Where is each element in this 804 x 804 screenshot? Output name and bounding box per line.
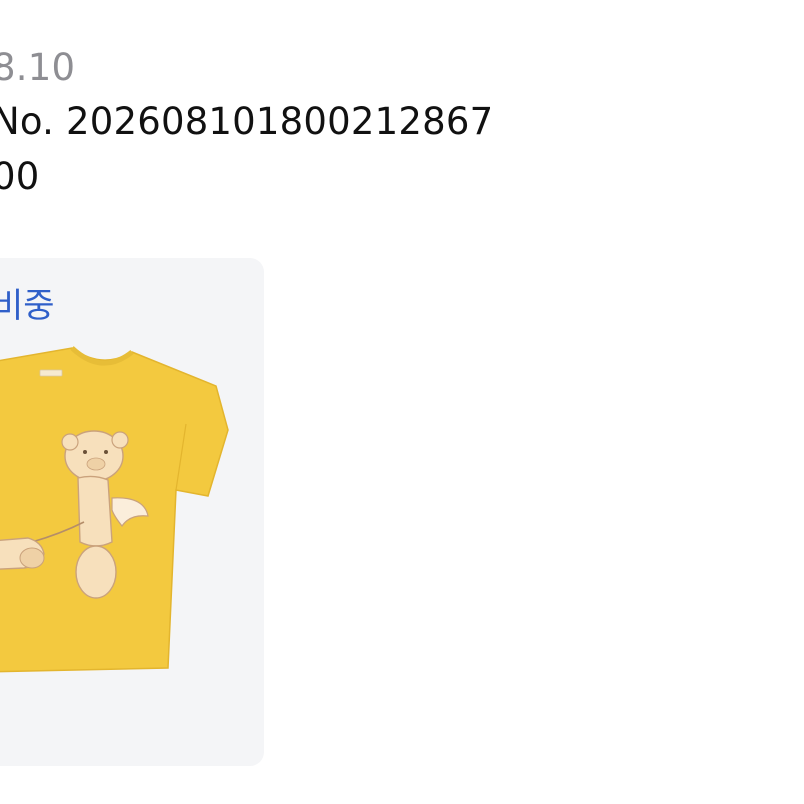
product-thumbnail[interactable] bbox=[0, 346, 264, 686]
order-price: 00 bbox=[0, 155, 40, 198]
order-date: 8.10 bbox=[0, 46, 76, 89]
yellow-tshirt-with-bear-print-icon bbox=[0, 346, 229, 673]
order-status-label: 비중 bbox=[0, 286, 55, 326]
order-number: No. 202608101800212867 bbox=[0, 100, 494, 143]
order-item-card[interactable]: 비중 bbox=[0, 258, 264, 766]
